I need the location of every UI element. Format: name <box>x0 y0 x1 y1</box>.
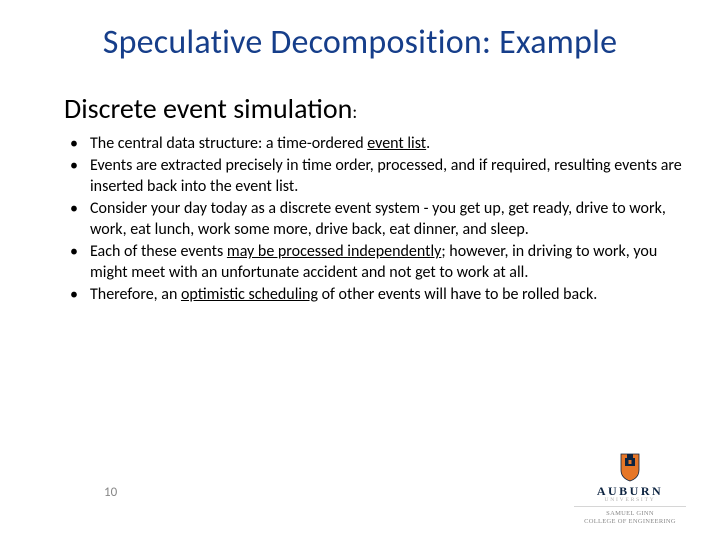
university-logo: AUBURN UNIVERSITY SAMUEL GINN COLLEGE OF… <box>570 452 690 526</box>
subtitle-text: Discrete event simulation <box>64 91 352 126</box>
page-number: 10 <box>104 485 117 500</box>
logo-college-line1: SAMUEL GINN <box>570 510 690 518</box>
bullet-text: Events are extracted precisely in time o… <box>90 156 682 195</box>
bullet-text: Each of these events <box>90 242 227 261</box>
bullet-text: Consider your day today as a discrete ev… <box>90 199 666 238</box>
bullet-underline: event list <box>367 134 426 153</box>
list-item: The central data structure: a time-order… <box>62 134 682 154</box>
logo-divider <box>574 506 686 507</box>
bullet-list: The central data structure: a time-order… <box>62 134 682 306</box>
list-item: Events are extracted precisely in time o… <box>62 156 682 197</box>
bullet-text: The central data structure: a time-order… <box>90 134 367 153</box>
list-item: Therefore, an optimistic scheduling of o… <box>62 285 682 305</box>
list-item: Consider your day today as a discrete ev… <box>62 199 682 240</box>
bullet-underline: optimistic scheduling <box>181 285 318 304</box>
list-item: Each of these events may be processed in… <box>62 242 682 283</box>
shield-icon <box>619 452 641 482</box>
bullet-underline: may be processed independently <box>227 242 442 261</box>
logo-college-line2: COLLEGE OF ENGINEERING <box>570 518 690 526</box>
bullet-text-post: of other events will have to be rolled b… <box>318 285 597 304</box>
subtitle-colon: : <box>352 101 357 123</box>
page-title: Speculative Decomposition: Example <box>38 22 682 63</box>
bullet-text-post: . <box>426 134 430 153</box>
bullet-text: Therefore, an <box>90 285 181 304</box>
logo-subtitle: UNIVERSITY <box>570 497 690 503</box>
subtitle: Discrete event simulation: <box>64 91 682 126</box>
slide: Speculative Decomposition: Example Discr… <box>0 0 720 540</box>
